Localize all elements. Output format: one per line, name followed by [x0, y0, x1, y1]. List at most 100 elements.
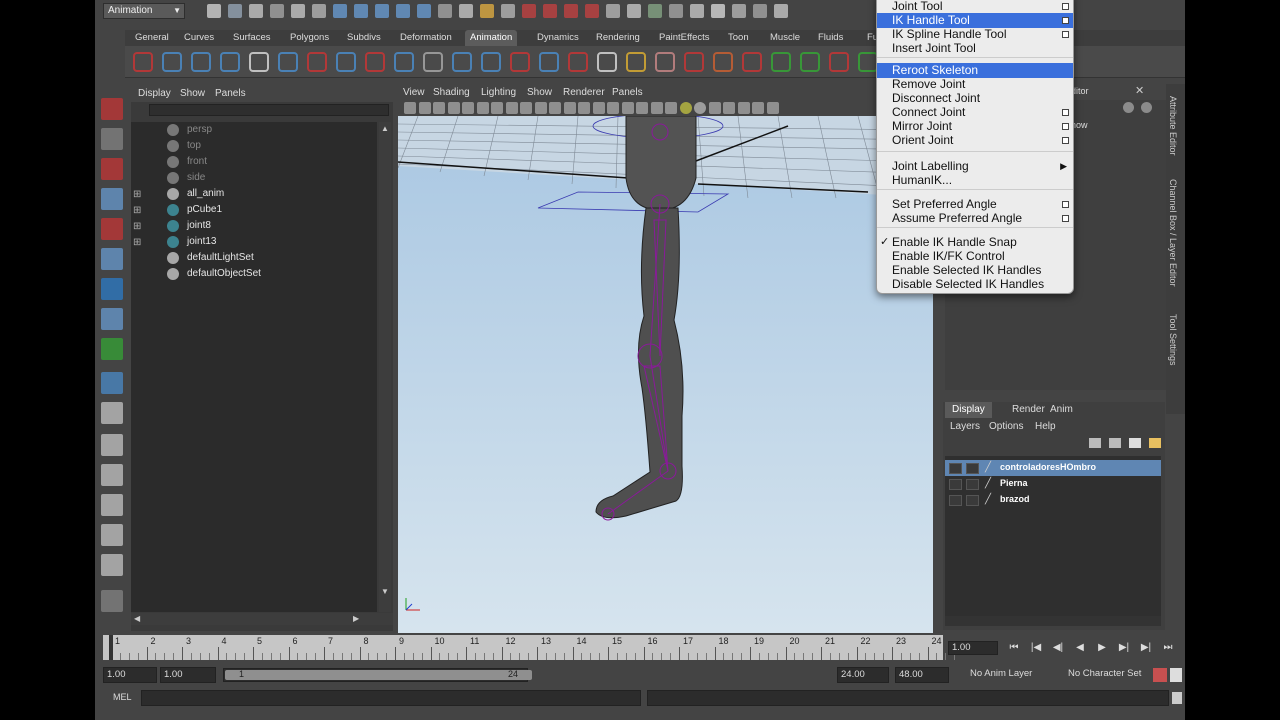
- layer-menu-options[interactable]: Options: [989, 421, 1023, 432]
- viewport-tool-icon[interactable]: [404, 102, 416, 114]
- toolbox-tool-icon[interactable]: [101, 554, 123, 576]
- shelf-tool-icon[interactable]: [365, 52, 385, 72]
- toolbox-tool-icon[interactable]: [101, 338, 123, 360]
- menu-item-enable-ik-fk-control[interactable]: Enable IK/FK Control: [877, 249, 1073, 264]
- toolbar-icon[interactable]: [648, 4, 662, 18]
- shelf-tool-icon[interactable]: [684, 52, 704, 72]
- anim-layer-selector[interactable]: No Anim Layer: [967, 667, 1055, 683]
- tab-channel-box-layer-editor[interactable]: Channel Box / Layer Editor: [1168, 179, 1178, 287]
- step-forward-frame-icon[interactable]: ▶|: [1115, 641, 1133, 655]
- toolbar-icon[interactable]: [417, 4, 431, 18]
- shelf-tool-icon[interactable]: [307, 52, 327, 72]
- shelf-tab-muscle[interactable]: Muscle: [765, 30, 805, 46]
- animation-start-field[interactable]: 1.00: [103, 667, 157, 683]
- shelf-tool-icon[interactable]: [829, 52, 849, 72]
- shelf-tool-icon[interactable]: [191, 52, 211, 72]
- shelf-tool-icon[interactable]: [626, 52, 646, 72]
- option-box-icon[interactable]: [1062, 3, 1069, 10]
- menu-item-set-preferred-angle[interactable]: Set Preferred Angle: [877, 197, 1073, 212]
- outliner-item-persp[interactable]: persp: [131, 122, 377, 138]
- viewport-tool-icon[interactable]: [621, 102, 634, 114]
- shelf-tab-subdivs[interactable]: Subdivs: [342, 30, 386, 46]
- menu-item-enable-selected-ik-handles[interactable]: Enable Selected IK Handles: [877, 263, 1073, 278]
- go-to-start-icon[interactable]: ⏮: [1005, 641, 1023, 655]
- play-forward-icon[interactable]: ▶: [1093, 641, 1111, 655]
- tab-attribute-editor[interactable]: Attribute Editor: [1168, 96, 1178, 156]
- toolbar-icon[interactable]: [312, 4, 326, 18]
- menu-item-connect-joint[interactable]: Connect Joint: [877, 105, 1073, 120]
- 3d-viewport[interactable]: [398, 116, 933, 633]
- viewport-tool-icon[interactable]: [592, 102, 605, 114]
- viewport-tool-icon[interactable]: [737, 102, 750, 114]
- toolbar-icon[interactable]: [774, 4, 788, 18]
- close-icon[interactable]: ✕: [1135, 84, 1144, 97]
- auto-key-icon[interactable]: [1153, 668, 1167, 682]
- shelf-tool-icon[interactable]: [539, 52, 559, 72]
- viewport-tool-icon[interactable]: [418, 102, 431, 114]
- viewport-tool-icon[interactable]: [636, 102, 648, 114]
- layer-tab-display[interactable]: Display: [945, 402, 992, 418]
- toolbar-icon[interactable]: [627, 4, 641, 18]
- toolbox-tool-icon[interactable]: [101, 278, 123, 300]
- toolbar-icon[interactable]: [228, 4, 242, 18]
- scroll-up-icon[interactable]: ▲: [381, 124, 389, 133]
- outliner-item-side[interactable]: side: [131, 170, 377, 186]
- option-box-icon[interactable]: [1062, 137, 1069, 144]
- toolbar-icon[interactable]: [564, 4, 578, 18]
- scroll-right-icon[interactable]: ▶: [353, 614, 359, 623]
- shelf-tool-icon[interactable]: [510, 52, 530, 72]
- expand-icon[interactable]: ⊞: [133, 221, 141, 232]
- viewport-tool-icon[interactable]: [447, 102, 460, 114]
- outliner-item-top[interactable]: top: [131, 138, 377, 154]
- layer-scrollbar[interactable]: [945, 616, 1161, 626]
- viewport-tool-icon[interactable]: [694, 102, 706, 114]
- menu-item-disconnect-joint[interactable]: Disconnect Joint: [877, 91, 1073, 106]
- mel-input[interactable]: [141, 690, 641, 706]
- toolbar-icon[interactable]: [606, 4, 620, 18]
- layer-color-icon[interactable]: ╱: [985, 494, 991, 505]
- layer-row[interactable]: V╱Pierna: [945, 476, 1161, 492]
- shelf-tab-general[interactable]: General: [130, 30, 174, 46]
- toolbar-icon[interactable]: [438, 4, 452, 18]
- layer-row[interactable]: ╱ controladoresHOmbro: [945, 460, 1161, 476]
- shelf-tab-fluids[interactable]: Fluids: [813, 30, 848, 46]
- range-slider[interactable]: 1 24: [223, 668, 532, 682]
- toolbar-icon[interactable]: [207, 4, 221, 18]
- viewport-tool-icon[interactable]: [549, 102, 561, 114]
- outliner-item-front[interactable]: front: [131, 154, 377, 170]
- shelf-tool-icon[interactable]: [394, 52, 414, 72]
- shelf-tab-surfaces[interactable]: Surfaces: [228, 30, 276, 46]
- option-box-icon[interactable]: [1062, 17, 1069, 24]
- play-backward-icon[interactable]: ◀: [1071, 641, 1089, 655]
- toolbar-icon[interactable]: [585, 4, 599, 18]
- layer-color-icon[interactable]: ╱: [985, 462, 991, 473]
- menu-item-remove-joint[interactable]: Remove Joint: [877, 77, 1073, 92]
- viewport-menu-view[interactable]: View: [403, 87, 425, 98]
- layer-row[interactable]: V╱brazod: [945, 492, 1161, 508]
- menu-item-reroot-skeleton[interactable]: Reroot Skeleton: [877, 63, 1073, 78]
- toolbox-tool-icon[interactable]: [101, 218, 123, 240]
- outliner-item-joint8[interactable]: ⊞ joint8: [131, 218, 377, 234]
- outliner-menu-panels[interactable]: Panels: [215, 88, 246, 99]
- menu-item-joint-labelling[interactable]: Joint Labelling ▶: [877, 159, 1073, 174]
- option-box-icon[interactable]: [1062, 123, 1069, 130]
- toolbar-icon[interactable]: [480, 4, 494, 18]
- shelf-tab-painteffects[interactable]: PaintEffects: [654, 30, 715, 46]
- viewport-tool-icon[interactable]: [534, 102, 547, 114]
- viewport-tool-icon[interactable]: [723, 102, 735, 114]
- animation-end-field[interactable]: 48.00: [895, 667, 949, 683]
- menu-set-selector[interactable]: Animation ▼: [103, 3, 185, 19]
- viewport-tool-icon[interactable]: [752, 102, 764, 114]
- viewport-menu-lighting[interactable]: Lighting: [481, 87, 516, 98]
- shelf-tool-icon[interactable]: [858, 52, 878, 72]
- tab-tool-settings[interactable]: Tool Settings: [1168, 314, 1178, 366]
- viewport-tool-icon[interactable]: [563, 102, 576, 114]
- menu-item-mirror-joint[interactable]: Mirror Joint: [877, 119, 1073, 134]
- layer-visibility-box[interactable]: [949, 463, 962, 474]
- go-to-end-icon[interactable]: ⏭: [1159, 641, 1177, 655]
- preferences-icon[interactable]: [1170, 668, 1182, 682]
- expand-icon[interactable]: ⊞: [133, 205, 141, 216]
- viewport-tool-icon[interactable]: [462, 102, 474, 114]
- toolbar-icon[interactable]: [354, 4, 368, 18]
- viewport-tool-icon[interactable]: [505, 102, 518, 114]
